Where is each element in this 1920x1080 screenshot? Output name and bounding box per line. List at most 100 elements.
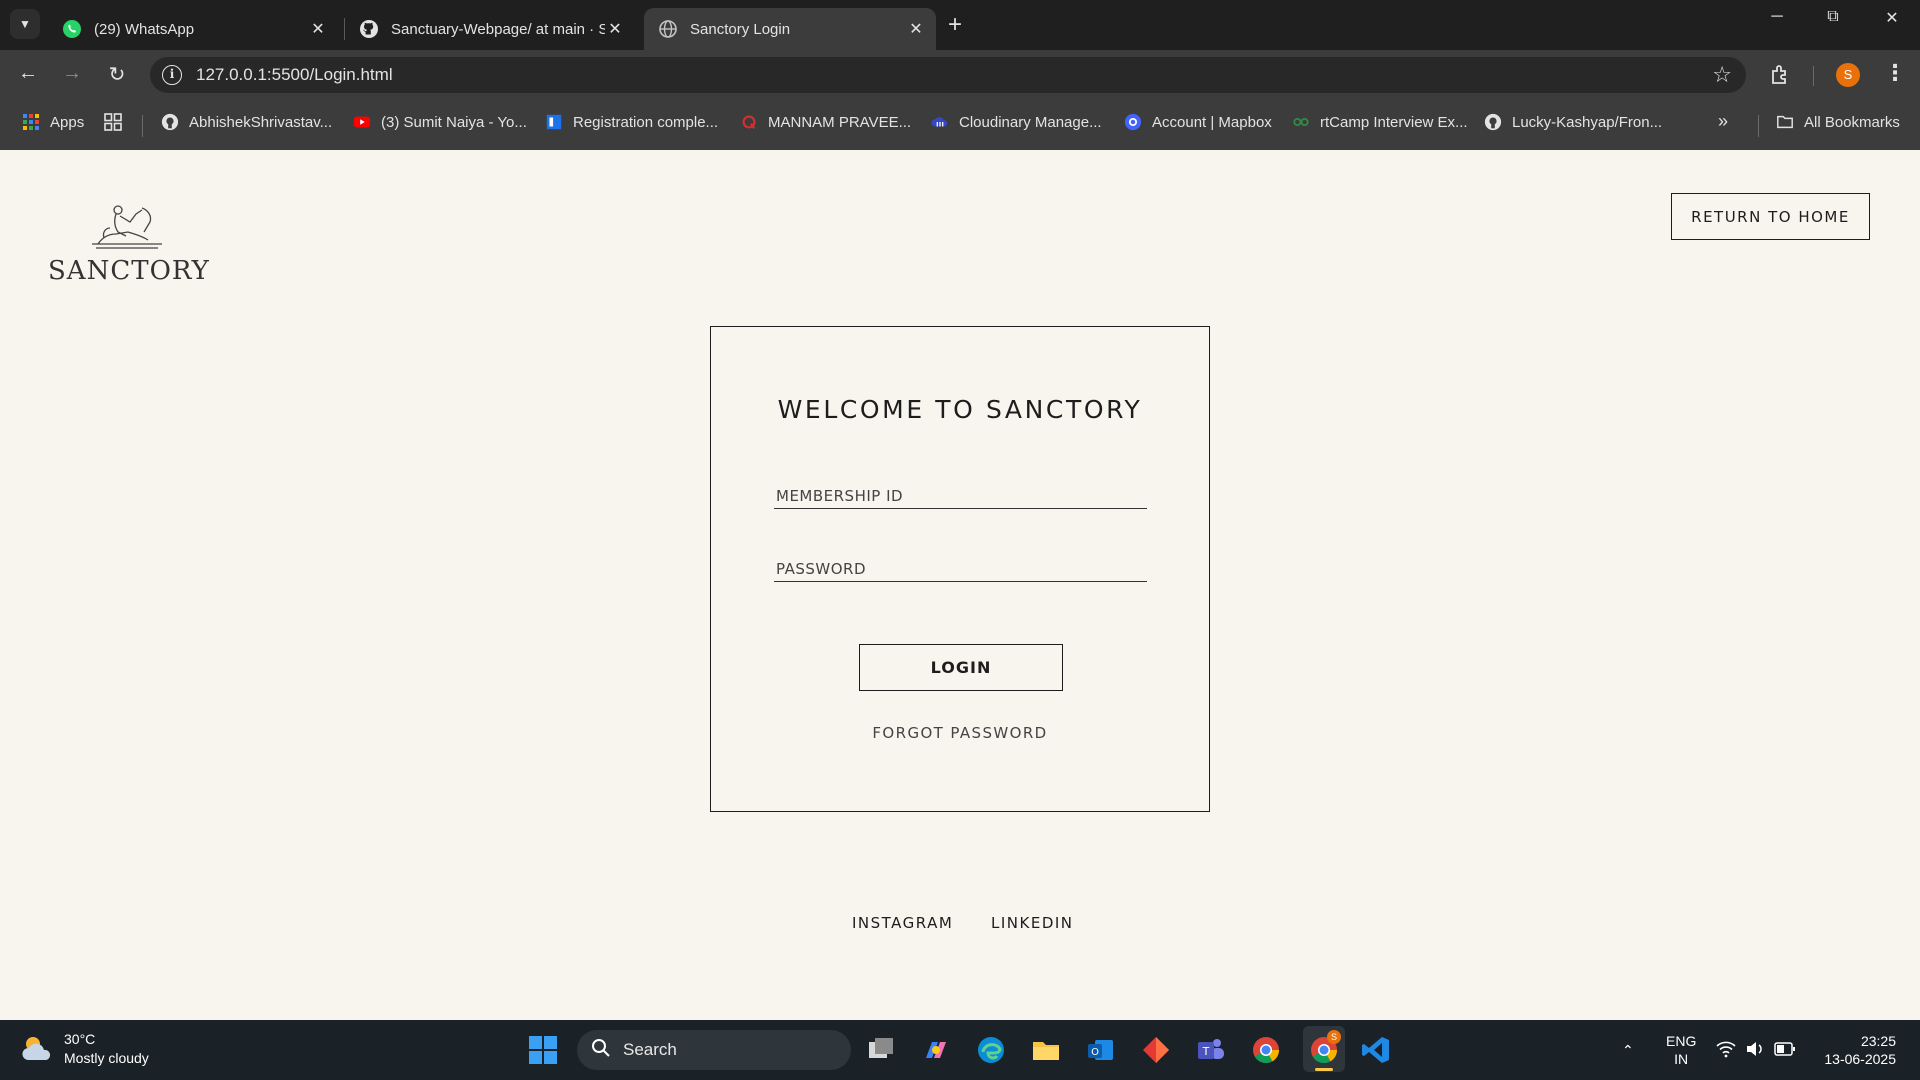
- doc-icon: [546, 114, 562, 130]
- weather-desc: Mostly cloudy: [64, 1050, 149, 1066]
- github-icon: [161, 113, 179, 131]
- reload-button[interactable]: ↻: [103, 62, 131, 87]
- bookmark-label: MANNAM PRAVEE...: [768, 113, 912, 131]
- bookmark-item[interactable]: MANNAM PRAVEE...: [740, 113, 911, 131]
- chevron-down-icon: ▼: [19, 17, 31, 31]
- bookmark-item[interactable]: Cloudinary Manage...: [931, 113, 1102, 131]
- profile-badge: S: [1327, 1030, 1341, 1044]
- profile-avatar[interactable]: S: [1836, 63, 1860, 87]
- tab-search-button[interactable]: ▼: [10, 9, 40, 39]
- bookmark-label: rtCamp Interview Ex...: [1320, 113, 1468, 131]
- bookmark-divider: [1758, 115, 1759, 137]
- language-code: ENG: [1666, 1033, 1697, 1049]
- bookmark-item[interactable]: AbhishekShrivastav...: [161, 113, 332, 131]
- volume-icon[interactable]: [1745, 1040, 1765, 1058]
- teams-icon[interactable]: T: [1195, 1034, 1227, 1066]
- tab-title: Sanctory Login: [690, 20, 791, 38]
- restore-button[interactable]: ⧉: [1813, 8, 1853, 26]
- bookmark-star-icon[interactable]: ☆: [1712, 62, 1732, 88]
- close-icon[interactable]: ✕: [308, 19, 328, 39]
- q-icon: [742, 115, 756, 129]
- chrome-icon[interactable]: [1250, 1034, 1282, 1066]
- tab-title: (29) WhatsApp: [94, 20, 195, 38]
- clock-date: 13-06-2025: [1824, 1051, 1896, 1067]
- wifi-icon[interactable]: [1716, 1040, 1736, 1058]
- address-bar[interactable]: i 127.0.0.1:5500/Login.html ☆: [150, 57, 1746, 93]
- bookmarks-bar: Apps AbhishekShrivastav... (3) Sumit Nai…: [0, 100, 1920, 150]
- weather-widget[interactable]: 30°C Mostly cloudy: [20, 1030, 149, 1068]
- login-button[interactable]: LOGIN: [859, 644, 1063, 691]
- return-to-home-button[interactable]: RETURN TO HOME: [1671, 193, 1870, 240]
- window-close-button[interactable]: ✕: [1872, 8, 1912, 28]
- bookmark-item[interactable]: Account | Mapbox: [1124, 113, 1272, 131]
- linkedin-link[interactable]: LINKEDIN: [991, 914, 1074, 932]
- login-card: WELCOME TO SANCTORY LOGIN FORGOT PASSWOR…: [710, 326, 1210, 812]
- bookmarks-overflow-chevron-icon[interactable]: »: [1718, 111, 1728, 132]
- gfg-icon: [1293, 117, 1309, 127]
- bookmark-item[interactable]: rtCamp Interview Ex...: [1292, 113, 1468, 131]
- vscode-icon[interactable]: [1360, 1034, 1392, 1066]
- edge-icon[interactable]: [975, 1034, 1007, 1066]
- whatsapp-icon: [63, 20, 81, 38]
- bookmark-item[interactable]: (3) Sumit Naiya - Yo...: [353, 113, 527, 131]
- git-app-icon[interactable]: [1140, 1034, 1172, 1066]
- tray-overflow-chevron-icon[interactable]: ⌃: [1622, 1020, 1634, 1080]
- outlook-icon[interactable]: O: [1085, 1034, 1117, 1066]
- bookmark-divider: [142, 115, 143, 137]
- github-icon: [360, 20, 378, 38]
- login-page: SANCTORY RETURN TO HOME WELCOME TO SANCT…: [0, 150, 1920, 1020]
- tab-groups-button[interactable]: [104, 113, 132, 131]
- tab-groups-icon: [104, 113, 122, 131]
- url-text: 127.0.0.1:5500/Login.html: [196, 65, 393, 84]
- bookmark-label: AbhishekShrivastav...: [189, 113, 333, 131]
- file-explorer-icon[interactable]: [1030, 1034, 1062, 1066]
- clock-time: 23:25: [1860, 1033, 1896, 1049]
- taskbar-search[interactable]: Search: [577, 1030, 851, 1070]
- extensions-icon[interactable]: [1768, 62, 1794, 88]
- password-input[interactable]: [774, 544, 1147, 581]
- forgot-password-link[interactable]: FORGOT PASSWORD: [711, 724, 1209, 742]
- toolbar-divider: [1813, 66, 1814, 86]
- mapbox-icon: [1124, 113, 1142, 131]
- svg-text:O: O: [1091, 1047, 1099, 1058]
- minimize-button[interactable]: ─: [1757, 8, 1797, 26]
- bookmark-item[interactable]: Lucky-Kashyap/Fron...: [1484, 113, 1662, 131]
- battery-icon[interactable]: [1774, 1041, 1796, 1057]
- password-field: [774, 544, 1147, 582]
- task-view-icon[interactable]: [865, 1034, 897, 1066]
- svg-text:T: T: [1202, 1045, 1210, 1058]
- close-icon[interactable]: ✕: [605, 19, 625, 39]
- tab-github[interactable]: Sanctuary-Webpage/ at main · Sa ✕: [345, 8, 635, 50]
- copilot-icon[interactable]: [920, 1034, 952, 1066]
- logo-wordmark: SANCTORY: [48, 256, 210, 286]
- bookmark-label: Registration comple...: [573, 113, 719, 131]
- close-icon[interactable]: ✕: [906, 19, 926, 39]
- system-clock[interactable]: 23:25 13-06-2025: [1814, 1032, 1896, 1068]
- bookmark-apps[interactable]: Apps: [22, 113, 84, 131]
- sanctory-logo[interactable]: SANCTORY: [48, 198, 210, 286]
- instagram-link[interactable]: INSTAGRAM: [852, 914, 953, 932]
- tab-sanctory-login[interactable]: Sanctory Login ✕: [644, 8, 936, 50]
- new-tab-button[interactable]: +: [948, 12, 962, 38]
- all-bookmarks-label: All Bookmarks: [1804, 113, 1900, 131]
- membership-id-input[interactable]: [774, 471, 1147, 508]
- all-bookmarks-button[interactable]: All Bookmarks: [1776, 113, 1900, 131]
- region-code: IN: [1674, 1051, 1689, 1067]
- bookmark-label: (3) Sumit Naiya - Yo...: [381, 113, 527, 131]
- folder-icon: [1777, 115, 1793, 129]
- partly-cloudy-icon: [22, 1037, 51, 1060]
- bookmark-item[interactable]: Registration comple...: [545, 113, 718, 131]
- forward-button[interactable]: →: [58, 62, 86, 85]
- tab-whatsapp[interactable]: (29) WhatsApp ✕: [48, 8, 338, 50]
- apps-grid-icon: [23, 114, 39, 130]
- search-icon: [591, 1038, 611, 1063]
- github-icon: [1484, 113, 1502, 131]
- cloudinary-icon: [931, 117, 948, 127]
- windows-start-icon[interactable]: [528, 1035, 558, 1065]
- back-button[interactable]: ←: [14, 62, 42, 85]
- site-info-icon[interactable]: i: [162, 65, 182, 85]
- input-language[interactable]: ENG IN: [1666, 1032, 1696, 1068]
- bookmark-label: Lucky-Kashyap/Fron...: [1512, 113, 1663, 131]
- chrome-profile-app[interactable]: S: [1303, 1026, 1345, 1072]
- browser-menu-icon[interactable]: ⋮: [1884, 60, 1906, 86]
